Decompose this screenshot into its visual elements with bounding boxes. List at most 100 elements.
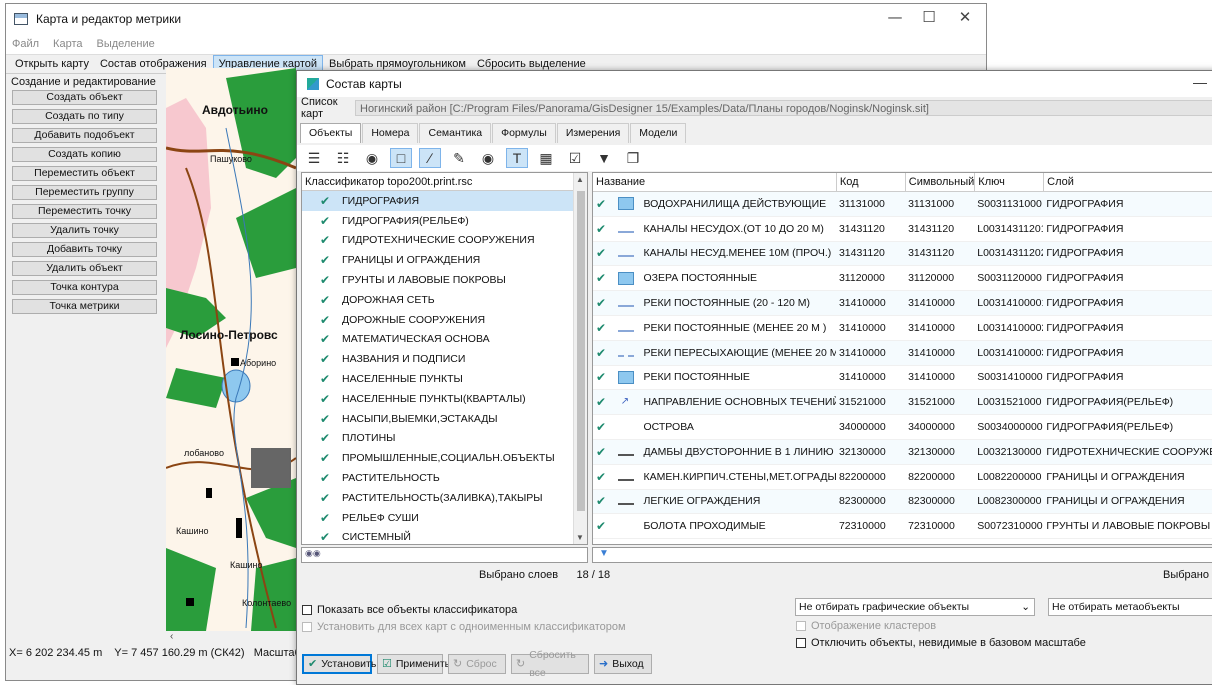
- check-icon[interactable]: ✔: [320, 293, 342, 307]
- check-icon[interactable]: ✔: [320, 412, 342, 426]
- check-icon[interactable]: ✔: [320, 214, 342, 228]
- check-icon[interactable]: ✔: [320, 253, 342, 267]
- table-row[interactable]: ✔ ОЗЕРА ПОСТОЯННЫЕ 31120000 31120000 S003112…: [593, 266, 1212, 292]
- cluster-option[interactable]: Отображение кластеров: [796, 617, 1086, 634]
- maximize-icon[interactable]: ☐: [914, 8, 944, 26]
- check-icon[interactable]: ✔: [596, 445, 606, 459]
- table-row[interactable]: ✔ ЛЕГКИЕ ОГРАЖДЕНИЯ 82300000 82300000 L00823…: [593, 489, 1212, 515]
- create-object-button[interactable]: Создать объект: [12, 90, 157, 105]
- hide-invisible-option[interactable]: Отключить объекты, невидимые в базовом м…: [796, 634, 1086, 651]
- layer-item[interactable]: ✔ ГРАНИЦЫ И ОГРАЖДЕНИЯ: [302, 250, 587, 270]
- delete-point-button[interactable]: Удалить точку: [12, 223, 157, 238]
- layer-filter-input[interactable]: ◉◉: [301, 547, 588, 563]
- layer-item[interactable]: ✔ ГИДРОТЕХНИЧЕСКИЕ СООРУЖЕНИЯ: [302, 231, 587, 251]
- layers-none-icon[interactable]: ☰: [303, 148, 325, 168]
- open-map-button[interactable]: Открыть карту: [10, 56, 94, 72]
- layer-item[interactable]: ✔ ГРУНТЫ И ЛАВОВЫЕ ПОКРОВЫ: [302, 270, 587, 290]
- tab-models[interactable]: Модели: [630, 123, 687, 143]
- check-icon[interactable]: ✔: [320, 273, 342, 287]
- layer-item[interactable]: ✔ НАЗВАНИЯ И ПОДПИСИ: [302, 349, 587, 369]
- col-name[interactable]: Название: [593, 173, 837, 191]
- reset-all-button[interactable]: ↻ Сбросить все: [511, 649, 589, 679]
- scroll-thumb[interactable]: [577, 191, 585, 511]
- cluster-checkbox[interactable]: [796, 620, 806, 631]
- table-row[interactable]: ✔ РЕКИ ПОСТОЯННЫЕ 31410000 31410000 S0031410…: [593, 366, 1212, 391]
- check-icon[interactable]: ✔: [320, 352, 342, 366]
- layer-item[interactable]: ✔ МАТЕМАТИЧЕСКАЯ ОСНОВА: [302, 330, 587, 350]
- menu-file[interactable]: Файл: [12, 38, 39, 50]
- check-icon[interactable]: ✔: [320, 431, 342, 445]
- delete-object-button[interactable]: Удалить объект: [12, 261, 157, 276]
- tab-semantics[interactable]: Семантика: [419, 123, 492, 143]
- check-icon[interactable]: ✔: [596, 470, 606, 484]
- table-clear-icon[interactable]: ▦: [535, 148, 557, 168]
- table-check-icon[interactable]: ☑: [564, 148, 586, 168]
- point-layers-icon[interactable]: ◉: [361, 148, 383, 168]
- check-icon[interactable]: ✔: [596, 395, 606, 409]
- point-objects-icon[interactable]: ◉: [477, 148, 499, 168]
- area-objects-icon[interactable]: □: [390, 148, 412, 168]
- check-icon[interactable]: ✔: [320, 332, 342, 346]
- move-group-button[interactable]: Переместить группу: [12, 185, 157, 200]
- table-row[interactable]: ✔ РЕКИ ПОСТОЯННЫЕ (20 - 120 М) 31410000 314…: [593, 291, 1212, 316]
- check-icon[interactable]: ✔: [596, 296, 606, 310]
- check-icon[interactable]: ✔: [596, 271, 606, 285]
- check-icon[interactable]: ✔: [596, 519, 606, 533]
- col-key[interactable]: Ключ: [975, 173, 1045, 191]
- check-icon[interactable]: ✔: [596, 370, 606, 384]
- scroll-down-icon[interactable]: ▼: [576, 533, 584, 542]
- install-button[interactable]: ✔ Установить: [302, 654, 376, 674]
- hide-invisible-checkbox[interactable]: [796, 637, 806, 648]
- check-icon[interactable]: ✔: [320, 392, 342, 406]
- col-layer[interactable]: Слой: [1044, 173, 1212, 191]
- tab-numbers[interactable]: Номера: [362, 123, 419, 143]
- layer-item[interactable]: ✔ ПЛОТИНЫ: [302, 429, 587, 449]
- layer-item[interactable]: ✔ ПРОМЫШЛЕННЫЕ,СОЦИАЛЬН.ОБЪЕКТЫ: [302, 448, 587, 468]
- move-object-button[interactable]: Переместить объект: [12, 166, 157, 181]
- tab-measurements[interactable]: Измерения: [556, 123, 630, 143]
- minimize-icon[interactable]: —: [880, 8, 910, 26]
- copy-layers-icon[interactable]: ❐: [622, 148, 644, 168]
- menu-selection[interactable]: Выделение: [96, 38, 154, 50]
- reset-button[interactable]: ↻ Сброс: [448, 654, 506, 674]
- check-icon[interactable]: ✔: [320, 471, 342, 485]
- layers-clear-icon[interactable]: ☷: [332, 148, 354, 168]
- apply-all-option[interactable]: Установить для всех карт с одноименным к…: [302, 618, 626, 635]
- check-icon[interactable]: ✔: [320, 372, 342, 386]
- table-row[interactable]: ✔ РЕКИ ПЕРЕСЫХАЮЩИЕ (МЕНЕЕ 20 М) 31410000 3…: [593, 340, 1212, 366]
- menu-map[interactable]: Карта: [53, 38, 82, 50]
- layer-item[interactable]: ✔ РАСТИТЕЛЬНОСТЬ(ЗАЛИВКА),ТАКЫРЫ: [302, 488, 587, 508]
- text-objects-icon[interactable]: T: [506, 148, 528, 168]
- check-icon[interactable]: ✔: [596, 197, 606, 211]
- apply-button[interactable]: ☑ Применить: [377, 654, 450, 674]
- layer-item[interactable]: ✔ НАСЕЛЕННЫЕ ПУНКТЫ: [302, 369, 587, 389]
- layer-item[interactable]: ✔ ДОРОЖНАЯ СЕТЬ: [302, 290, 587, 310]
- create-by-type-button[interactable]: Создать по типу: [12, 109, 157, 124]
- check-icon[interactable]: ✔: [320, 233, 342, 247]
- check-icon[interactable]: ✔: [320, 451, 342, 465]
- line-objects-icon[interactable]: ∕: [419, 148, 441, 168]
- layer-item[interactable]: ✔ РЕЛЬЕФ СУШИ: [302, 508, 587, 528]
- show-all-checkbox[interactable]: [302, 604, 312, 615]
- check-icon[interactable]: ✔: [320, 511, 342, 525]
- table-row[interactable]: ✔ РЕКИ ПОСТОЯННЫЕ (МЕНЕЕ 20 М ) 31410000 31…: [593, 316, 1212, 341]
- check-icon[interactable]: ✔: [596, 222, 606, 236]
- move-point-button[interactable]: Переместить точку: [12, 204, 157, 219]
- tab-objects[interactable]: Объекты: [300, 123, 362, 143]
- metric-point-button[interactable]: Точка метрики: [12, 299, 157, 314]
- check-icon[interactable]: ✔: [320, 491, 342, 505]
- tab-formulas[interactable]: Формулы: [492, 123, 556, 143]
- map-list-select[interactable]: Ногинский район [C:/Program Files/Panora…: [355, 100, 1212, 116]
- exit-button[interactable]: ➜ Выход: [594, 654, 652, 674]
- layer-item[interactable]: ✔ ГИДРОГРАФИЯ(РЕЛЬЕФ): [302, 211, 587, 231]
- apply-all-checkbox[interactable]: [302, 621, 312, 632]
- layer-item[interactable]: ✔ ДОРОЖНЫЕ СООРУЖЕНИЯ: [302, 310, 587, 330]
- check-icon[interactable]: ✔: [596, 494, 606, 508]
- table-row[interactable]: ✔ ДАМБЫ ДВУСТОРОННИЕ В 1 ЛИНИЮ 32130000 321…: [593, 439, 1212, 465]
- dialog-minimize-icon[interactable]: —: [1193, 74, 1207, 90]
- contour-point-button[interactable]: Точка контура: [12, 280, 157, 295]
- table-filter-icon[interactable]: ▼: [593, 148, 615, 168]
- add-subobject-button[interactable]: Добавить подобъект: [12, 128, 157, 143]
- check-icon[interactable]: ✔: [596, 321, 606, 335]
- table-row[interactable]: ✔ ОСТРОВА 34000000 34000000 S0034000000 ГИДРО…: [593, 415, 1212, 440]
